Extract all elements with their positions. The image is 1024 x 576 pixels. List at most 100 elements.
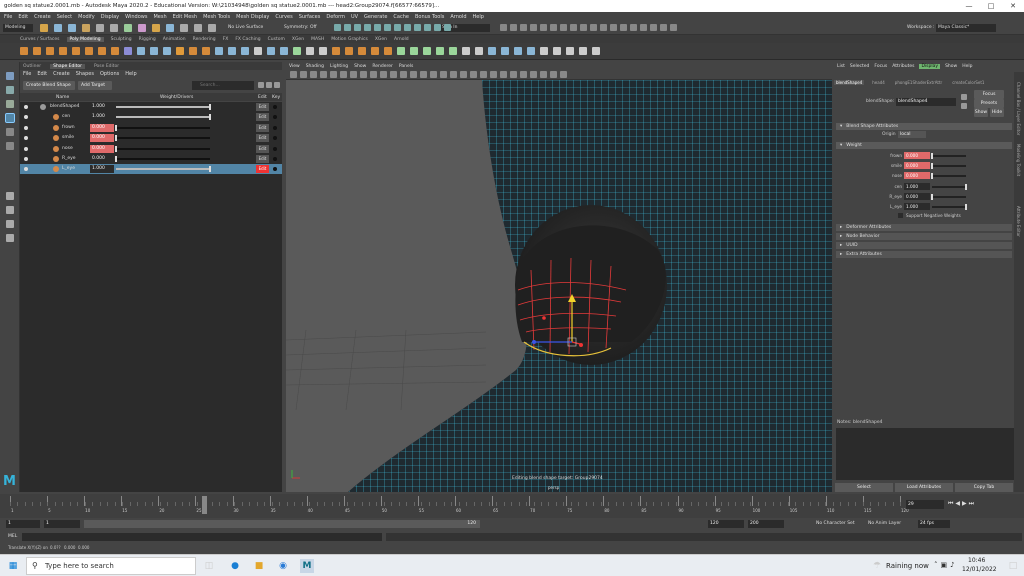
slider-handle[interactable] [931,163,933,170]
shape-row[interactable]: nose 0.000 Edit [20,144,282,154]
menu-item[interactable]: Cache [393,14,409,20]
scale-tool-icon[interactable] [6,142,14,150]
weight-attr-slider[interactable] [931,153,966,159]
viewport-tool-icon[interactable] [440,71,447,78]
side-tab[interactable]: Attribute Editor [1016,206,1021,237]
shelf-tool-icon[interactable] [306,47,314,55]
menu-item[interactable]: Surfaces [299,14,321,20]
viewport-menu-item[interactable]: View [289,64,300,69]
shelf-tool-icon[interactable] [85,47,93,55]
toolbar-icon[interactable] [424,24,431,31]
shape-menu-item[interactable]: File [23,71,31,77]
menu-item[interactable]: Mesh Display [236,14,269,20]
character-set-select[interactable]: No Character Set [816,521,855,526]
weight-attr-field[interactable]: 1.000 [904,203,930,210]
attr-tab[interactable]: phongE1ShaderExtrAttr [893,80,944,85]
taskbar-search-input[interactable]: ⚲ Type here to search [26,557,196,575]
file-explorer-icon[interactable]: ■ [252,559,266,573]
render-tool-icon[interactable] [580,24,587,31]
live-surface-label[interactable]: No Live Surface [228,24,268,32]
mesh-render[interactable] [286,80,832,492]
viewport-tool-icon[interactable] [470,71,477,78]
weight-field[interactable]: 1.000 [90,165,114,174]
menu-item[interactable]: Edit [18,14,28,20]
attr-bottom-button[interactable]: Load Attributes [895,483,953,492]
shelf-tool-icon[interactable] [202,47,210,55]
shape-row[interactable]: blendShape4 1.000 Edit [20,102,282,112]
viewport-3d[interactable]: Editing blend shape target: Group29074 p… [286,80,832,492]
toolbar-icon[interactable] [434,24,441,31]
edit-button[interactable]: Edit [256,123,269,132]
menu-item[interactable]: Windows [125,14,147,20]
slider-handle[interactable] [115,145,117,152]
attr-tab[interactable]: blendShape4 [834,79,865,85]
viewport-tool-icon[interactable] [340,71,347,78]
shelf-tool-icon[interactable] [475,47,483,55]
select-by-component-icon[interactable] [138,24,146,32]
weight-attr-slider[interactable] [932,204,967,210]
viewport-tool-icon[interactable] [400,71,407,78]
shelf-tool-icon[interactable] [46,47,54,55]
shelf-tab[interactable]: Sculpting [111,37,132,42]
layout-outliner-icon[interactable] [6,234,14,242]
section-weight[interactable]: ▾ Weight [836,142,1012,149]
key-icon[interactable] [273,146,277,151]
attr-bottom-button[interactable]: Copy Tab [955,483,1013,492]
shelf-tool-icon[interactable] [501,47,509,55]
weight-attr-slider[interactable] [932,183,967,190]
ipr-render-icon[interactable] [208,24,216,32]
shelf-tab[interactable]: Poly Modeling [66,36,104,42]
render-tool-icon[interactable] [670,24,677,31]
shelf-tool-icon[interactable] [241,47,249,55]
new-scene-icon[interactable] [40,24,48,32]
fps-select[interactable]: 24 fps [918,520,950,528]
weight-slider[interactable] [115,156,210,162]
weight-field[interactable]: 0.000 [90,155,114,163]
panel-tab[interactable]: Shape Editor [50,63,85,69]
viewport-tool-icon[interactable] [450,71,457,78]
viewport-tool-icon[interactable] [540,71,547,78]
slider-handle[interactable] [965,204,967,210]
open-scene-icon[interactable] [54,24,62,32]
viewport-menu-item[interactable]: Show [354,64,366,69]
shelf-tab[interactable]: Rendering [193,37,216,42]
layout-two-icon[interactable] [6,220,14,228]
support-negative-checkbox[interactable] [898,213,903,218]
menu-item[interactable]: Edit Mesh [173,14,197,20]
shelf-tool-icon[interactable] [150,47,158,55]
clock-time[interactable]: 10:46 [968,557,985,564]
visibility-toggle[interactable] [24,136,28,141]
current-time-marker[interactable] [202,496,207,514]
go-to-output-icon[interactable] [961,103,967,109]
playback-start-field[interactable]: 1 [44,520,80,528]
minimize-icon[interactable]: — [958,0,980,12]
shape-search-input[interactable]: Search... [192,81,254,90]
viewport-tool-icon[interactable] [300,71,307,78]
menu-item[interactable]: Mesh Tools [203,14,230,20]
menu-item[interactable]: Mesh [153,14,166,20]
slider-handle[interactable] [931,193,933,200]
viewport-tool-icon[interactable] [490,71,497,78]
windows-start-icon[interactable]: ▦ [6,559,20,573]
weight-slider[interactable] [116,114,211,121]
toolbar-icon[interactable] [354,24,361,31]
side-tab[interactable]: Modeling Toolkit [1016,144,1021,176]
render-tool-icon[interactable] [630,24,637,31]
hide-button[interactable]: Hide [990,108,1004,117]
attr-menu-item[interactable]: Display [919,64,941,69]
attr-menu-item[interactable]: Help [962,64,972,69]
weight-field[interactable]: 1.000 [90,113,114,122]
viewport-tool-icon[interactable] [560,71,567,78]
layout-four-icon[interactable] [6,206,14,214]
visibility-toggle[interactable] [24,105,28,109]
viewport-tool-icon[interactable] [460,71,467,78]
weight-attr-field[interactable]: 0.000 [904,172,930,180]
key-icon[interactable] [273,125,277,130]
maximize-icon[interactable]: □ [980,0,1002,12]
shelf-tool-icon[interactable] [293,47,301,55]
layout-single-icon[interactable] [6,192,14,200]
close-icon[interactable]: ✕ [1002,0,1024,12]
weight-slider[interactable] [115,145,210,152]
menu-item[interactable]: Display [101,14,119,20]
edit-button[interactable]: Edit [256,165,269,174]
